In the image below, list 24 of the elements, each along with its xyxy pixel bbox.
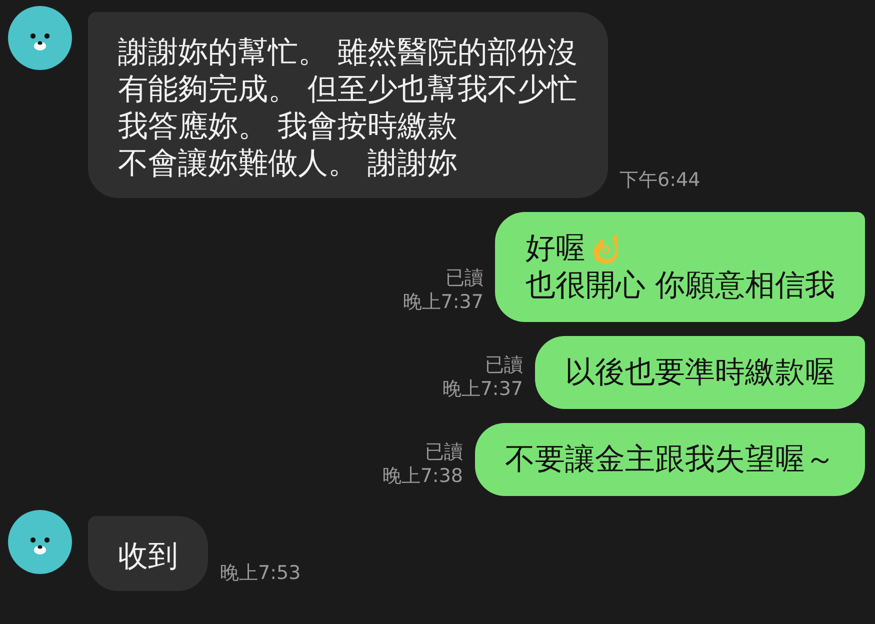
message-text: 不要讓金主跟我失望喔～ [505, 441, 835, 478]
message-bubble[interactable]: 收到 [88, 516, 208, 591]
message-text: 謝謝妳的幫忙。 雖然醫院的部份沒 [118, 34, 578, 71]
message-bubble[interactable]: 以後也要準時繳款喔 [535, 336, 865, 409]
message-text: 也很開心 你願意相信我 [525, 267, 835, 304]
avatar-icon[interactable] [8, 510, 72, 574]
message-time: 下午6:44 [620, 168, 700, 192]
message-text: 以後也要準時繳款喔 [565, 354, 835, 391]
read-receipt: 已讀 [485, 353, 523, 377]
message-bubble[interactable]: 好喔 也很開心 你願意相信我 [495, 212, 865, 322]
message-text: 收到 [118, 538, 178, 575]
message-time: 晚上7:37 [402, 290, 484, 314]
message-text: 不會讓妳難做人。 謝謝妳 [118, 145, 458, 182]
message-time: 晚上7:53 [220, 561, 301, 585]
message-text: 有能夠完成。 但至少也幫我不少忙 [118, 71, 578, 108]
message-bubble[interactable]: 謝謝妳的幫忙。 雖然醫院的部份沒 有能夠完成。 但至少也幫我不少忙 我答應妳。 我會按時繳款 不會讓妳難做人。 謝謝妳 [88, 12, 608, 198]
message-text: 我答應妳。 我會按時繳款 [118, 108, 458, 145]
message-time: 晚上7:37 [442, 377, 523, 401]
message-time: 晚上7:38 [382, 464, 463, 488]
read-receipt: 已讀 [445, 266, 484, 290]
message-text: 好喔 [525, 230, 586, 267]
read-receipt: 已讀 [425, 440, 463, 464]
message-bubble[interactable]: 不要讓金主跟我失望喔～ [475, 423, 865, 496]
avatar-icon[interactable] [8, 6, 72, 70]
